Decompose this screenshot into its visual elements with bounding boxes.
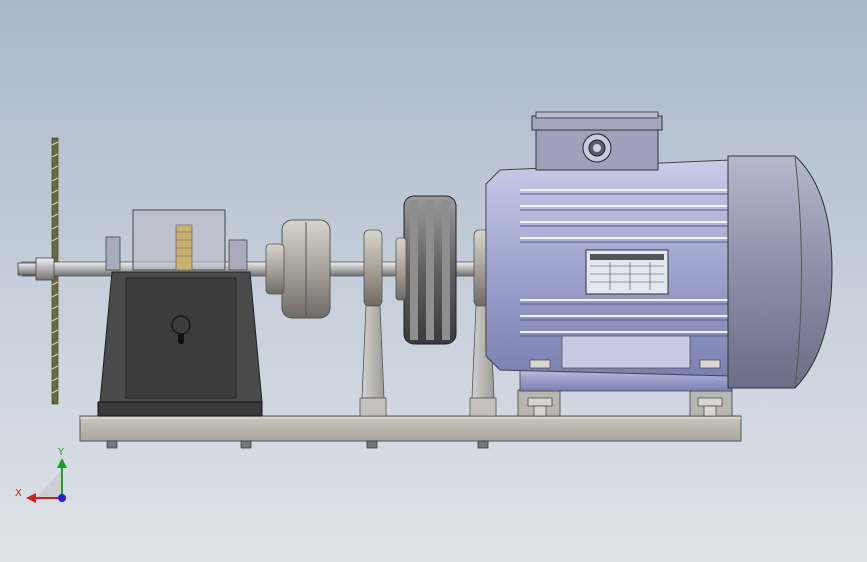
gearbox-housing[interactable] [97, 209, 263, 417]
terminal-box[interactable] [531, 111, 663, 171]
v-belt-pulley[interactable] [395, 195, 457, 345]
coordinate-triad: Y X [15, 447, 67, 503]
motor-nameplate [585, 249, 669, 295]
anchor-bolts [106, 440, 489, 449]
base-plate[interactable] [79, 415, 742, 442]
triad-label-y: Y [57, 447, 65, 458]
graphics-viewport[interactable]: Y X [0, 0, 867, 562]
cad-model-view[interactable]: Y X [0, 0, 867, 562]
triad-label-x: X [15, 488, 22, 499]
coupling[interactable] [265, 219, 331, 319]
